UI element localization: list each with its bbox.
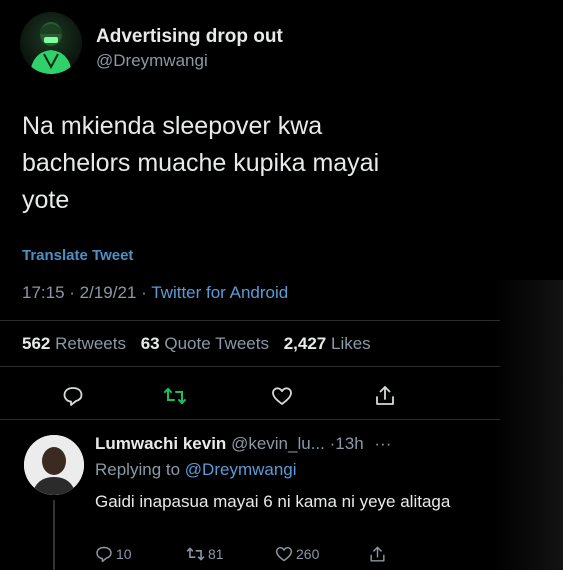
likes-stat[interactable]: 2,427 Likes [284, 334, 371, 353]
likes-count: 2,427 [283, 334, 327, 353]
reply-retweet-count: 81 [208, 546, 224, 562]
tweet-text: Na mkienda sleepover kwa bachelors muach… [22, 112, 380, 214]
retweet-icon [186, 547, 205, 561]
background-shade [493, 280, 563, 570]
author-avatar-image [30, 22, 72, 74]
thread-line [53, 500, 55, 570]
retweets-label: Retweets [55, 334, 126, 353]
tweet-date[interactable]: 2/19/21 [80, 283, 137, 302]
tweet-stats: 562 Retweets 63 Quote Tweets 2,427 Likes [22, 334, 371, 354]
reply-display-name[interactable]: Lumwachi kevin [95, 434, 226, 453]
reply-like-count: 260 [296, 546, 320, 562]
share-button[interactable] [373, 384, 397, 413]
replying-to: Replying to @Dreymwangi [95, 460, 297, 480]
tweet-time[interactable]: 17:15 [22, 283, 65, 302]
tweet-meta: 17:15 · 2/19/21 · Twitter for Android [22, 283, 288, 303]
reply-text: Gaidi inapasua mayai 6 ni kama ni yeye a… [95, 492, 451, 511]
quotes-label: Quote Tweets [164, 334, 269, 353]
like-icon [275, 546, 293, 562]
reply-reply-button[interactable]: 10 [95, 544, 132, 564]
retweets-stat[interactable]: 562 Retweets [22, 334, 126, 353]
like-icon [272, 387, 292, 405]
share-icon [370, 546, 385, 562]
reply-like-button[interactable]: 260 [275, 544, 319, 564]
share-icon [376, 386, 394, 405]
reply-age[interactable]: 13h [335, 434, 363, 453]
reply-handle[interactable]: @kevin_lu... [231, 434, 325, 453]
more-options-button[interactable]: ··· [374, 434, 391, 453]
retweets-count: 562 [22, 334, 51, 353]
meta-separator: · [141, 283, 152, 302]
retweet-icon [164, 388, 186, 404]
divider [0, 366, 500, 367]
divider [0, 320, 500, 321]
like-button[interactable] [271, 385, 293, 412]
reply-avatar-image [24, 435, 84, 495]
meta-separator: · [69, 283, 80, 302]
retweet-button[interactable] [163, 385, 187, 412]
tweet-source[interactable]: Twitter for Android [151, 283, 288, 302]
reply-icon [63, 387, 83, 406]
reply-retweet-button[interactable]: 81 [186, 544, 224, 564]
divider [0, 419, 500, 420]
quotes-count: 63 [140, 334, 160, 353]
translate-tweet-link[interactable]: Translate Tweet [22, 247, 133, 264]
replying-to-label: Replying to [95, 460, 181, 479]
reply-reply-count: 10 [116, 546, 132, 562]
reply-icon [96, 546, 112, 563]
reply-header: Lumwachi kevin @kevin_lu... ·13h ··· [95, 434, 465, 454]
author-display-name[interactable]: Advertising drop out [96, 26, 283, 48]
reply-share-button[interactable] [368, 544, 387, 564]
author-avatar[interactable] [20, 12, 82, 74]
quotes-stat[interactable]: 63 Quote Tweets [141, 334, 269, 353]
likes-label: Likes [330, 334, 371, 353]
reply-author-avatar[interactable] [24, 435, 84, 495]
author-handle[interactable]: @Dreymwangi [96, 51, 208, 71]
reply-button[interactable] [62, 385, 84, 412]
replying-to-mention[interactable]: @Dreymwangi [185, 460, 297, 479]
